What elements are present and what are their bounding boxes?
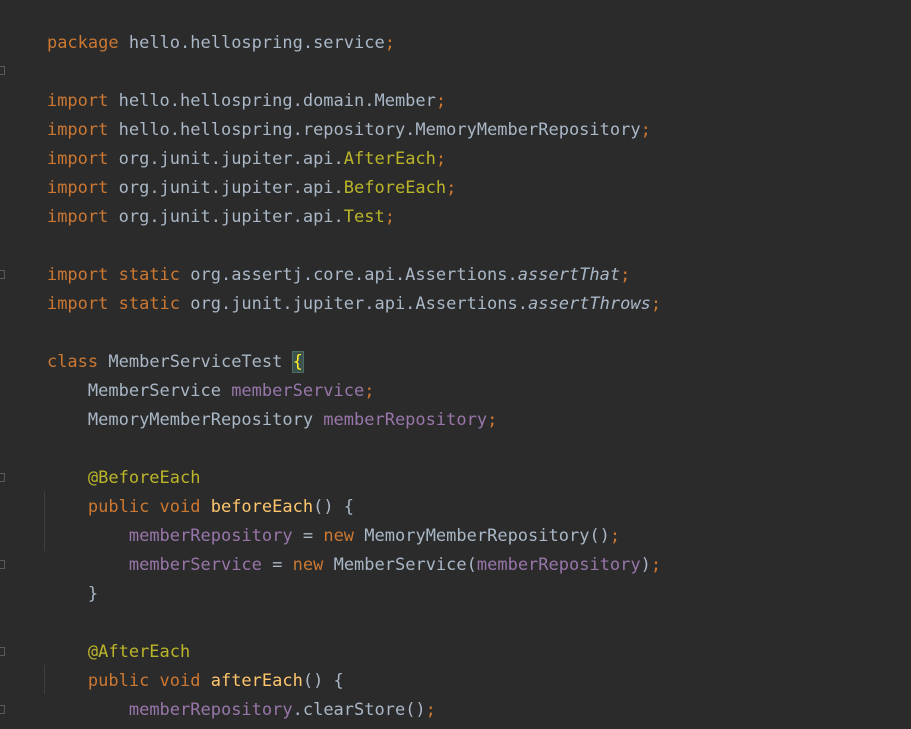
semicolon-token: ; bbox=[384, 207, 395, 227]
code-line[interactable]: package hello.hellospring.service; bbox=[6, 0, 395, 53]
semicolon-token: ; bbox=[487, 410, 498, 430]
fold-marker-icon[interactable] bbox=[0, 705, 5, 714]
code-line[interactable]: } bbox=[6, 696, 98, 725]
code-editor[interactable]: package hello.hellospring.service; impor… bbox=[0, 0, 911, 729]
code-line[interactable]: public void afterEach() { bbox=[6, 638, 344, 691]
code-line[interactable]: import static org.assertj.core.api.Asser… bbox=[6, 232, 630, 285]
code-line[interactable]: import org.junit.jupiter.api.BeforeEach; bbox=[6, 145, 456, 198]
code-line[interactable]: import hello.hellospring.repository.Memo… bbox=[6, 87, 651, 140]
operator-token: = bbox=[261, 555, 293, 575]
field-token: memberService bbox=[128, 555, 262, 575]
code-line[interactable]: import hello.hellospring.domain.Member; bbox=[6, 58, 446, 111]
code-line[interactable]: memberRepository.clearStore(); bbox=[6, 667, 436, 720]
import-path-token: org.junit.jupiter.api. bbox=[108, 207, 344, 227]
code-line[interactable]: MemoryMemberRepository memberRepository; bbox=[6, 377, 497, 430]
field-token: memberRepository bbox=[128, 700, 293, 720]
semicolon-token: ; bbox=[384, 33, 395, 53]
import-path-token: org.junit.jupiter.api.Assertions. bbox=[180, 294, 529, 314]
closing-brace-token: } bbox=[46, 584, 99, 604]
fold-marker-icon[interactable] bbox=[0, 270, 5, 279]
package-name-token: hello.hellospring.service bbox=[118, 33, 385, 53]
code-line[interactable]: class MemberServiceTest { bbox=[6, 319, 304, 373]
constructor-token: MemberService( bbox=[323, 555, 477, 575]
keyword-token: import static bbox=[46, 294, 181, 314]
code-line[interactable]: memberService = new MemberService(member… bbox=[6, 522, 661, 575]
fold-marker-icon[interactable] bbox=[0, 66, 5, 75]
type-token: MemoryMemberRepository bbox=[46, 410, 324, 430]
code-line[interactable]: import org.junit.jupiter.api.AfterEach; bbox=[6, 116, 446, 169]
annotation-class-token: Test bbox=[343, 207, 385, 227]
static-method-token: assertThrows bbox=[528, 294, 651, 314]
code-line[interactable]: @BeforeEach bbox=[6, 435, 201, 488]
keyword-token: package bbox=[46, 33, 119, 53]
code-line[interactable]: } bbox=[6, 551, 98, 604]
semicolon-token: ; bbox=[650, 555, 662, 575]
code-line[interactable]: public void beforeEach() { bbox=[6, 464, 354, 517]
fold-marker-icon[interactable] bbox=[0, 560, 5, 569]
code-line[interactable]: MemberService memberService; bbox=[6, 348, 375, 401]
code-line[interactable]: @AfterEach bbox=[6, 609, 190, 662]
semicolon-token: ; bbox=[425, 700, 436, 720]
code-line[interactable]: memberRepository = new MemoryMemberRepos… bbox=[6, 493, 620, 546]
fold-marker-icon[interactable] bbox=[0, 647, 5, 656]
code-line[interactable]: import static org.junit.jupiter.api.Asse… bbox=[6, 261, 661, 314]
code-line[interactable]: import org.junit.jupiter.api.Test; bbox=[6, 174, 395, 227]
keyword-token: new bbox=[292, 555, 324, 575]
semicolon-token: ; bbox=[640, 120, 651, 140]
fold-marker-icon[interactable] bbox=[0, 473, 5, 482]
punctuation-token: ) bbox=[640, 555, 651, 575]
field-token: memberRepository bbox=[323, 410, 488, 430]
semicolon-token: ; bbox=[650, 294, 662, 314]
semicolon-token: ; bbox=[446, 178, 457, 198]
keyword-token: import bbox=[46, 207, 109, 227]
method-call-token: .clearStore() bbox=[292, 700, 426, 720]
field-token: memberRepository bbox=[476, 555, 641, 575]
